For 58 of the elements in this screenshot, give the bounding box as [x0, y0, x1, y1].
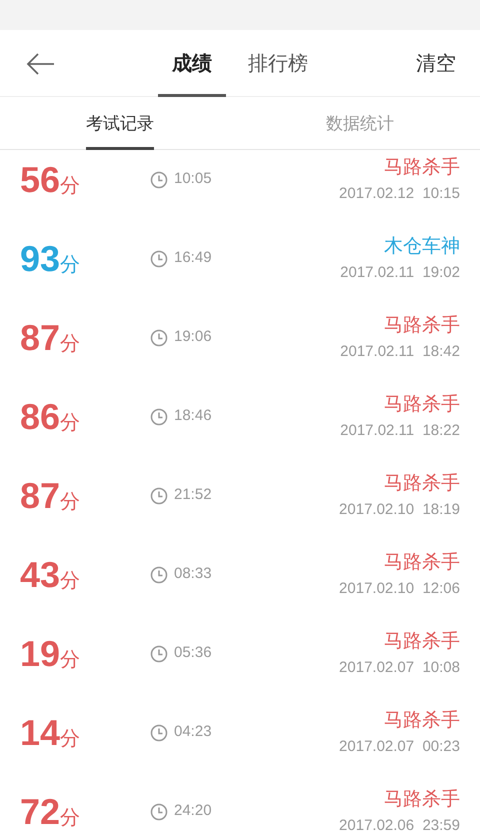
score-unit: 分: [60, 334, 80, 354]
clock-icon: [150, 408, 168, 426]
rank-title: 马路杀手: [384, 314, 460, 338]
duration: 24:20: [174, 801, 212, 822]
tab[interactable]: 成绩: [158, 30, 226, 97]
date-time: 2017.02.11 18:22: [340, 420, 460, 440]
rank-title: 马路杀手: [384, 550, 460, 574]
score: 72: [20, 794, 60, 830]
score: 93: [20, 240, 60, 276]
rank-title: 木仓车神: [384, 234, 460, 258]
clock-icon: [150, 328, 168, 346]
date-time: 2017.02.11 19:02: [340, 262, 460, 282]
sub-tab[interactable]: 考试记录: [86, 97, 154, 150]
duration: 18:46: [174, 406, 212, 426]
date-time: 2017.02.06 23:59: [339, 816, 460, 836]
score: 87: [20, 478, 60, 514]
score-unit: 分: [60, 570, 80, 590]
duration: 08:33: [174, 564, 212, 584]
date-time: 2017.02.11 18:42: [340, 342, 460, 362]
clear-button[interactable]: 清空: [416, 50, 456, 78]
score: 14: [20, 714, 60, 750]
rank-title: 马路杀手: [384, 392, 460, 416]
duration: 21:52: [174, 485, 212, 506]
score-unit: 分: [60, 176, 80, 196]
score-unit: 分: [60, 808, 80, 828]
date-time: 2017.02.10 12:06: [339, 578, 460, 598]
score: 87: [20, 320, 60, 356]
date-time: 2017.02.10 18:19: [339, 500, 460, 520]
score: 86: [20, 398, 60, 434]
score-unit: 分: [60, 254, 80, 274]
clock-icon: [150, 566, 168, 584]
date-time: 2017.02.12 10:15: [339, 184, 460, 204]
duration: 04:23: [174, 722, 212, 742]
clock-icon: [150, 170, 168, 188]
score-unit: 分: [60, 728, 80, 748]
rank-title: 马路杀手: [384, 156, 460, 180]
clock-icon: [150, 802, 168, 820]
tab[interactable]: 排行榜: [234, 30, 322, 97]
date-time: 2017.02.07 00:23: [339, 736, 460, 756]
score-unit: 分: [60, 412, 80, 432]
clock-icon: [150, 250, 168, 268]
score: 19: [20, 636, 60, 672]
rank-title: 马路杀手: [384, 788, 460, 812]
duration: 19:06: [174, 327, 212, 348]
score-unit: 分: [60, 650, 80, 670]
rank-title: 马路杀手: [384, 472, 460, 496]
duration: 05:36: [174, 643, 212, 664]
score: 56: [20, 162, 60, 198]
score: 43: [20, 556, 60, 592]
date-time: 2017.02.07 10:08: [339, 658, 460, 678]
score-unit: 分: [60, 492, 80, 512]
rank-title: 马路杀手: [384, 708, 460, 732]
duration: 10:05: [174, 169, 212, 190]
duration: 16:49: [174, 248, 212, 268]
rank-title: 马路杀手: [384, 630, 460, 654]
clock-icon: [150, 644, 168, 662]
clock-icon: [150, 724, 168, 742]
clock-icon: [150, 486, 168, 504]
